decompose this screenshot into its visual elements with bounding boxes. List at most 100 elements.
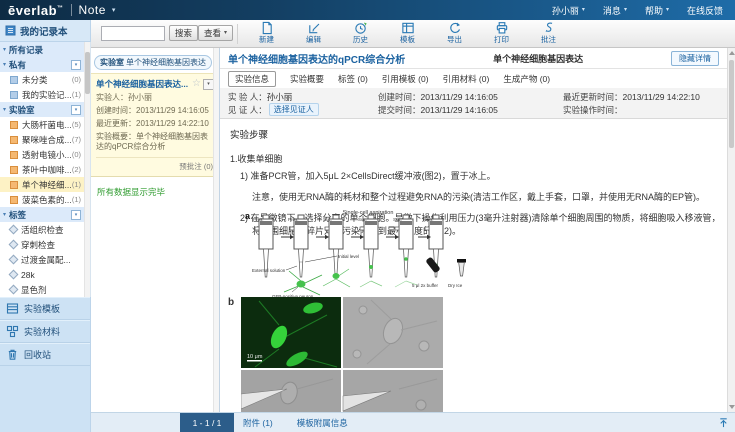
card-created: 创建时间：2013/11/29 14:16:05 [96, 106, 214, 116]
experiment-card[interactable]: 单个神经细胞基因表达... ☆ ▾ 实验人：孙小丽 创建时间：2013/11/2… [91, 73, 219, 177]
search-input[interactable] [101, 26, 165, 41]
section-menu-button[interactable]: ▾ [71, 105, 81, 115]
tab-tags[interactable]: 标签 (0) [338, 73, 368, 85]
attachments-tab[interactable]: 附件 (1) [243, 417, 273, 429]
tree-section-lab[interactable]: ▾ 实验室 ▾ [0, 102, 84, 117]
template-icon [401, 21, 415, 35]
dry-ice-label: Dry Ice [448, 283, 463, 288]
tab-experiment-summary[interactable]: 实验概要 [290, 73, 324, 85]
tree-item-uncategorized[interactable]: 未分类 (0) [0, 72, 84, 87]
new-button[interactable]: 新建 [243, 21, 290, 44]
back-to-top-icon[interactable] [718, 417, 729, 428]
filter-name: 单个神经细胞基因表达 [126, 58, 206, 67]
field-label: 创建时间： [96, 106, 136, 115]
sidebar-header[interactable]: 我的记录本 [0, 20, 91, 42]
print-button[interactable]: 打印 [478, 21, 525, 44]
tree-tag-transition-metal[interactable]: 过渡金属配... [0, 252, 84, 267]
view-button[interactable]: 查看▾ [198, 25, 233, 41]
annotate-button[interactable]: 批注 [525, 21, 572, 44]
initial-level-label: Initial level [338, 254, 359, 259]
select-witness-button[interactable]: 选择见证人 [269, 103, 319, 116]
neuron-soma [297, 281, 306, 288]
caret-down-icon: ▾ [75, 62, 78, 68]
tree-item-my-experiments[interactable]: 我的实验记... (1) [0, 87, 84, 102]
tab-referenced-materials[interactable]: 引用材料 (0) [443, 73, 490, 85]
field-label: 最近更新时间： [563, 92, 623, 102]
tree-tag-biopsy[interactable]: 活组织检查 [0, 222, 84, 237]
nav-recycle-bin[interactable]: 回收站 [0, 343, 90, 366]
history-label: 历史 [353, 35, 368, 44]
sidebar-scrollbar-thumb[interactable] [85, 52, 90, 94]
main-scrollbar-thumb[interactable] [729, 60, 734, 148]
tree-section-tags[interactable]: ▾ 标签 ▾ [0, 207, 84, 222]
tree-item-caffeine[interactable]: 茶叶中咖啡... (2) [0, 162, 84, 177]
hide-details-button[interactable]: 隐藏详情 [671, 51, 719, 66]
clock-icon [354, 21, 368, 35]
caret-down-icon: ▾ [75, 107, 78, 113]
all-records-label: 所有记录 [9, 44, 43, 56]
tab-generated-products[interactable]: 生成产物 (0) [503, 73, 550, 85]
template-label: 模板 [400, 35, 415, 44]
feedback-label: 在线反馈 [687, 4, 723, 17]
notebook-color-icon [10, 76, 18, 84]
submitted-field: 提交时间：2013/11/29 14:16:05 [378, 104, 563, 116]
tag-icon [9, 285, 19, 295]
scroll-up-arrow[interactable] [729, 51, 735, 55]
nav-experiment-materials[interactable]: 实验材料 [0, 320, 90, 343]
field-label: 实验概要： [96, 132, 136, 141]
nav-experiment-templates[interactable]: 实验模板 [0, 297, 90, 320]
logo-tm: ™ [57, 5, 64, 11]
field-label: 最近更新： [96, 119, 136, 128]
tree-item-tem[interactable]: 透射电镜小... (0) [0, 147, 84, 162]
help-menu[interactable]: 帮助▾ [645, 4, 669, 17]
tree-tag-puncture[interactable]: 穿刺检查 [0, 237, 84, 252]
tab-experiment-info[interactable]: 实验信息 [228, 71, 276, 87]
feedback-link[interactable]: 在线反馈 [687, 4, 723, 17]
tree-all-records[interactable]: ▾ 所有记录 [0, 42, 84, 57]
annotate-icon [542, 21, 556, 35]
item-count: (5) [72, 120, 81, 129]
tab-referenced-templates[interactable]: 引用模板 (0) [382, 73, 429, 85]
step-1: 1) 准备PCR管，加入5μL 2×CellsDirect缓冲液(图2)，置于冰… [230, 169, 717, 182]
item-label: 显色剂 [21, 284, 47, 296]
tree-item-single-neuron[interactable]: 单个神经细... (1) [0, 177, 84, 192]
star-icon[interactable]: ☆ [192, 79, 201, 89]
search-button[interactable]: 搜索 [169, 25, 198, 41]
card-title[interactable]: 单个神经细胞基因表达... [96, 78, 190, 90]
item-label: 未分类 [22, 74, 48, 86]
info-row-1: 实 验 人：孙小丽 创建时间：2013/11/29 14:16:05 最近更新时… [228, 90, 719, 103]
section-label: 私有 [9, 59, 26, 71]
scroll-down-arrow[interactable] [729, 405, 735, 409]
main-scrollbar[interactable] [727, 48, 735, 412]
template-button[interactable]: 模板 [384, 21, 431, 44]
edit-button[interactable]: 编辑 [290, 21, 337, 44]
card-note-link[interactable]: 预批注 (0) [96, 157, 214, 174]
messages-menu[interactable]: 消息▾ [603, 4, 627, 17]
history-button[interactable]: 历史 [337, 21, 384, 44]
tree-section-private[interactable]: ▾ 私有 ▾ [0, 57, 84, 72]
notebook-filter-chip[interactable]: 实验室单个神经细胞基因表达 [94, 55, 212, 70]
tag-icon [9, 225, 19, 235]
export-button[interactable]: 导出 [431, 21, 478, 44]
item-label: 穿刺检查 [21, 239, 55, 251]
list-scrollbar[interactable] [213, 48, 219, 412]
user-menu[interactable]: 孙小丽▾ [552, 4, 585, 17]
section-menu-button[interactable]: ▾ [71, 210, 81, 220]
pipette-label: Suc. [393, 217, 402, 222]
tree-tag-28k[interactable]: 28k [0, 267, 84, 282]
section-label: 实验室 [9, 104, 35, 116]
tree-tag-developer[interactable]: 显色剂 [0, 282, 84, 297]
notebook-color-icon [10, 136, 18, 144]
experiment-detail: 单个神经细胞基因表达的qPCR综合分析 单个神经细胞基因表达 隐藏详情 实验信息… [220, 48, 727, 412]
pencil-icon [307, 21, 321, 35]
templates-icon [6, 302, 19, 315]
product-caret-icon[interactable]: ▾ [112, 7, 116, 14]
item-label: 过渡金属配... [21, 254, 71, 266]
info-row-2: 见 证 人：选择见证人 提交时间：2013/11/29 14:16:05 实验操… [228, 103, 719, 116]
section-menu-button[interactable]: ▾ [71, 60, 81, 70]
tree-item-ecoli[interactable]: 大肠杆菌电... (5) [0, 117, 84, 132]
tree-item-imidazole[interactable]: 聚咪唑合成... (7) [0, 132, 84, 147]
item-count: (1) [72, 195, 81, 204]
template-info-tab[interactable]: 模板附属信息 [297, 417, 348, 429]
tree-item-spinach[interactable]: 菠菜色素的... (1) [0, 192, 84, 207]
